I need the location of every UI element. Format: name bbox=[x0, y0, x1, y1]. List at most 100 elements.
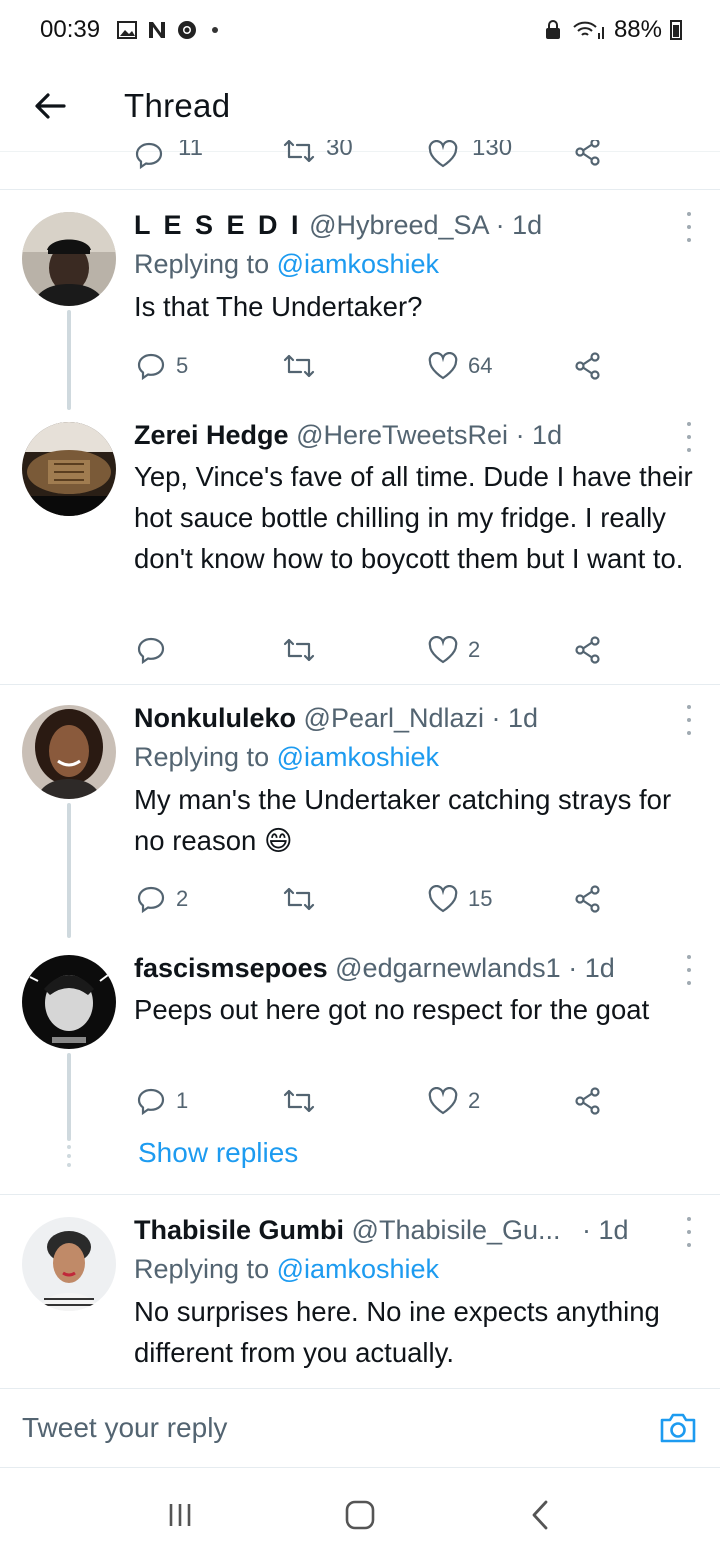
tweet-text: Peeps out here got no respect for the go… bbox=[134, 994, 650, 1025]
more-icon[interactable] bbox=[684, 422, 694, 452]
share-icon[interactable] bbox=[574, 140, 602, 166]
timestamp: · 1d bbox=[484, 703, 539, 733]
reply-button[interactable]: 2 bbox=[136, 884, 188, 914]
replying-to: Replying to @iamkoshiek bbox=[134, 244, 700, 284]
handle[interactable]: @HereTweetsRei bbox=[296, 420, 508, 450]
show-replies-link[interactable]: Show replies bbox=[138, 1137, 298, 1169]
reply-button[interactable]: 1 bbox=[136, 1086, 188, 1116]
reply-button[interactable]: 5 bbox=[136, 351, 188, 381]
tweet-zerei-hedge[interactable]: Zerei Hedge @HereTweetsRei · 1d Yep, Vin… bbox=[0, 400, 720, 685]
share-icon bbox=[575, 352, 600, 380]
system-back-button[interactable] bbox=[510, 1485, 570, 1545]
more-icon[interactable] bbox=[684, 705, 694, 735]
tweet-lesedi[interactable]: L E S E D I @Hybreed_SA · 1d Replying to… bbox=[0, 190, 720, 410]
tweet-nonkululeko[interactable]: Nonkululeko @Pearl_Ndlazi · 1d Replying … bbox=[0, 685, 720, 938]
tweet-meta: L E S E D I @Hybreed_SA · 1d bbox=[134, 206, 700, 244]
replying-to-label: Replying to bbox=[134, 1254, 277, 1284]
camera-button[interactable] bbox=[658, 1408, 698, 1448]
reply-icon bbox=[137, 353, 165, 381]
share-button[interactable] bbox=[574, 352, 602, 380]
retweet-button[interactable] bbox=[282, 1088, 326, 1114]
avatar[interactable] bbox=[22, 955, 116, 1049]
retweet-icon bbox=[283, 887, 315, 911]
like-button[interactable]: 64 bbox=[428, 352, 492, 380]
more-icon[interactable] bbox=[684, 955, 694, 985]
camera-icon bbox=[660, 1413, 696, 1443]
reply-icon[interactable] bbox=[134, 140, 164, 170]
replying-to-handle[interactable]: @iamkoshiek bbox=[277, 1254, 439, 1284]
retweet-icon[interactable] bbox=[282, 140, 316, 164]
handle[interactable]: @Hybreed_SA bbox=[309, 210, 488, 240]
replying-to: Replying to @iamkoshiek bbox=[134, 737, 700, 777]
like-count: 2 bbox=[468, 1088, 481, 1113]
tweet-fascismsepoes[interactable]: fascismsepoes @edgarnewlands1 · 1d Peeps… bbox=[0, 935, 720, 1195]
retweet-icon bbox=[283, 1089, 315, 1113]
handle[interactable]: @edgarnewlands1 bbox=[335, 953, 561, 983]
retweet-button[interactable] bbox=[282, 886, 326, 912]
more-icon[interactable] bbox=[684, 1217, 694, 1247]
handle[interactable]: @Pearl_Ndlazi bbox=[304, 703, 484, 733]
thread-line bbox=[67, 803, 71, 938]
timestamp: · 1d bbox=[488, 210, 543, 240]
retweet-icon bbox=[283, 354, 315, 378]
status-time: 00:39 bbox=[40, 16, 101, 43]
reply-composer[interactable]: Tweet your reply bbox=[0, 1388, 720, 1468]
handle[interactable]: @Thabisile_Gu... bbox=[352, 1215, 561, 1245]
reply-count: 11 bbox=[178, 140, 203, 161]
avatar[interactable] bbox=[22, 212, 116, 306]
timestamp: · 1d bbox=[508, 420, 563, 450]
status-bar: 00:39 88% bbox=[0, 0, 720, 60]
like-count: 64 bbox=[468, 353, 493, 378]
display-name[interactable]: L E S E D I bbox=[134, 210, 302, 240]
share-button[interactable] bbox=[574, 885, 602, 913]
replying-to: Replying to @iamkoshiek bbox=[134, 1249, 700, 1289]
share-button[interactable] bbox=[574, 1087, 602, 1115]
recent-apps-button[interactable] bbox=[150, 1485, 210, 1545]
previous-tweet-actions: 11 30 130 bbox=[0, 140, 720, 190]
retweet-button[interactable] bbox=[282, 353, 326, 379]
tweet-text: My man's the Undertaker catching strays … bbox=[134, 784, 672, 856]
home-button[interactable] bbox=[330, 1485, 390, 1545]
display-name[interactable]: Nonkululeko bbox=[134, 703, 296, 733]
thread-line bbox=[67, 1053, 71, 1141]
reply-button[interactable] bbox=[136, 635, 176, 665]
display-name[interactable]: Zerei Hedge bbox=[134, 420, 289, 450]
like-button[interactable]: 2 bbox=[428, 636, 480, 664]
like-count: 15 bbox=[468, 886, 493, 911]
replying-to-handle[interactable]: @iamkoshiek bbox=[277, 249, 439, 279]
display-name[interactable]: Thabisile Gumbi bbox=[134, 1215, 344, 1245]
chevron-left-icon bbox=[532, 1500, 548, 1530]
retweet-icon bbox=[283, 638, 315, 662]
avatar[interactable] bbox=[22, 1217, 116, 1311]
like-count: 2 bbox=[468, 637, 481, 662]
retweet-button[interactable] bbox=[282, 637, 326, 663]
like-button[interactable]: 2 bbox=[428, 1087, 480, 1115]
more-icon[interactable] bbox=[684, 212, 694, 242]
tweet-meta: Nonkululeko @Pearl_Ndlazi · 1d bbox=[134, 699, 700, 737]
battery-icon bbox=[670, 20, 682, 40]
like-icon[interactable] bbox=[428, 140, 458, 168]
avatar[interactable] bbox=[22, 705, 116, 799]
display-name[interactable]: fascismsepoes bbox=[134, 953, 328, 983]
n-notification-icon bbox=[149, 22, 166, 38]
tweet-text: Yep, Vince's fave of all time. Dude I ha… bbox=[134, 461, 693, 574]
share-icon bbox=[575, 885, 600, 913]
tweet-actions: 2 bbox=[134, 630, 614, 670]
like-button[interactable]: 15 bbox=[428, 885, 492, 913]
replying-to-label: Replying to bbox=[134, 742, 277, 772]
chrome-icon bbox=[178, 21, 197, 39]
thread-line bbox=[67, 310, 71, 410]
replying-to-handle[interactable]: @iamkoshiek bbox=[277, 742, 439, 772]
reply-icon bbox=[137, 1088, 165, 1116]
reply-input[interactable]: Tweet your reply bbox=[22, 1412, 227, 1444]
tweet-text: Is that The Undertaker? bbox=[134, 291, 423, 322]
tweet-thabisile-gumbi[interactable]: Thabisile Gumbi @Thabisile_Gu... · 1d Re… bbox=[0, 1195, 720, 1388]
back-button[interactable] bbox=[20, 76, 80, 136]
like-icon bbox=[428, 352, 458, 380]
gallery-icon bbox=[117, 21, 138, 39]
avatar[interactable] bbox=[22, 422, 116, 516]
more-notifications-dot bbox=[212, 27, 219, 33]
share-button[interactable] bbox=[574, 636, 602, 664]
timestamp: · 1d bbox=[574, 1215, 629, 1245]
reply-icon bbox=[137, 886, 165, 914]
